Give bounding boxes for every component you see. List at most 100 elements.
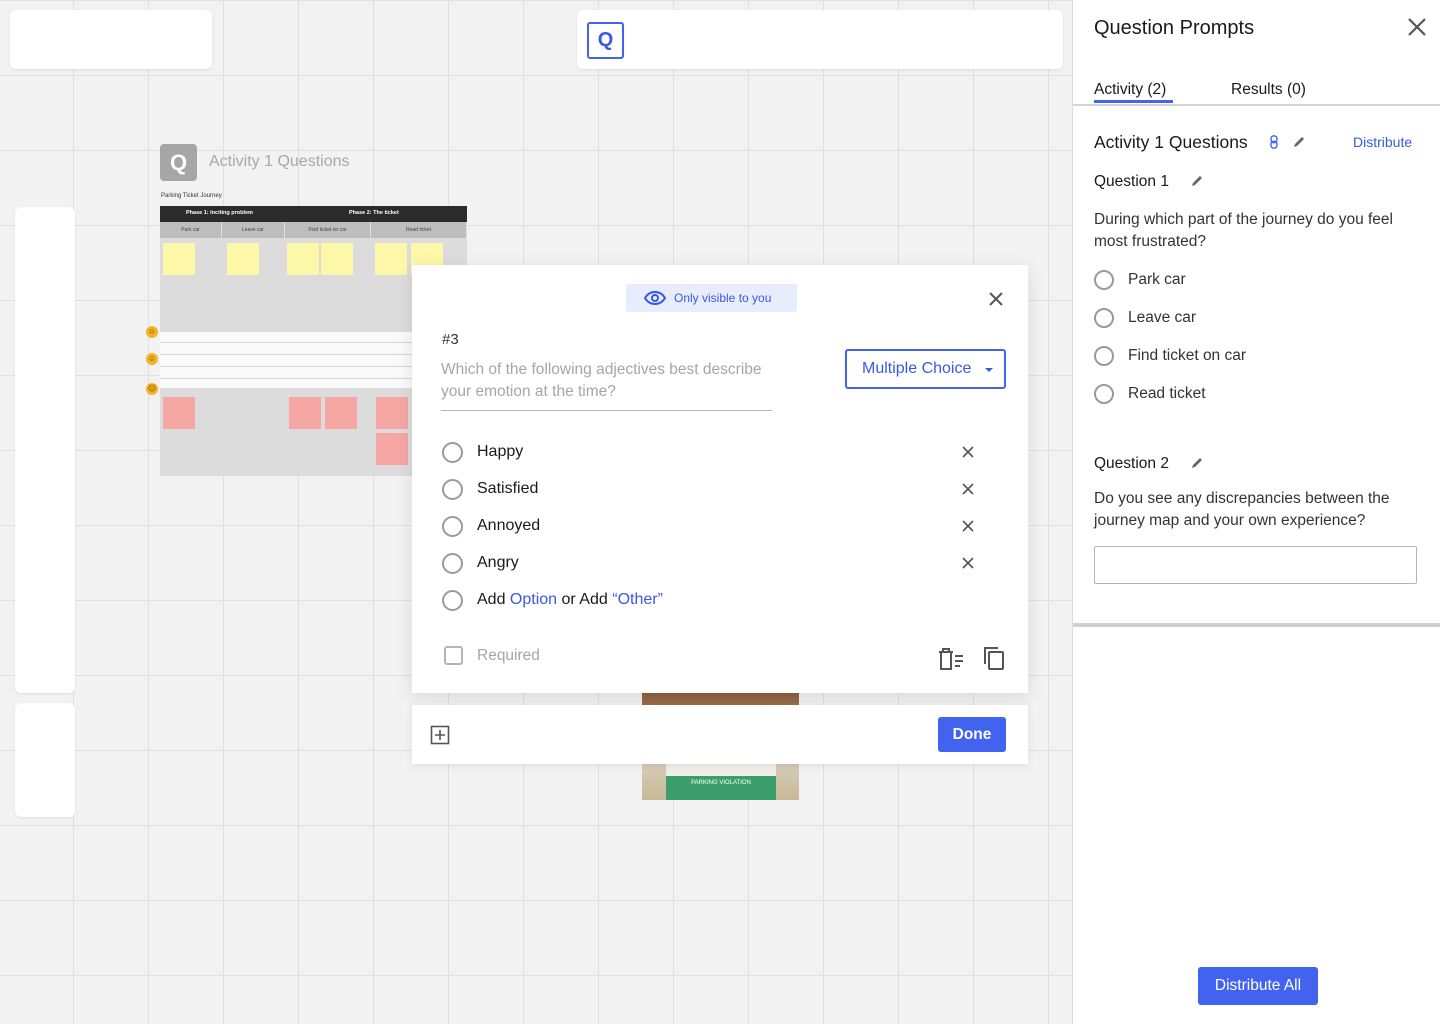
map-phase-label: Phase 2: The ticket (349, 210, 399, 216)
canvas-top-toolbar: Q (577, 10, 1063, 69)
visibility-label: Only visible to you (674, 291, 772, 305)
neutral-emoji-icon: ☺ (146, 353, 158, 365)
add-option-middle: or Add (561, 591, 608, 608)
required-label: Required (477, 646, 540, 664)
question-prompts-panel: Question Prompts Activity (2) Results (0… (1072, 0, 1440, 1024)
sticky-note[interactable] (375, 243, 407, 275)
radio-button[interactable] (442, 515, 463, 537)
question-text: Do you see any discrepancies between the… (1094, 490, 1390, 529)
remove-option-icon[interactable] (960, 518, 976, 534)
question-block-icon[interactable]: Q (160, 144, 197, 181)
add-option-link[interactable]: Option (510, 591, 557, 609)
tabs-divider (1073, 104, 1440, 106)
answer-option[interactable]: Leave car (1094, 308, 1196, 328)
question-tool-icon[interactable]: Q (587, 22, 624, 59)
copy-icon[interactable] (981, 645, 1009, 673)
map-phase-label: Phase 1: Inciting problem (186, 210, 253, 216)
question-type-label: Multiple Choice (862, 360, 972, 377)
map-step-label: Find ticket on car (285, 222, 371, 238)
pencil-icon[interactable] (1292, 135, 1306, 149)
chevron-down-icon (985, 368, 993, 372)
radio-button[interactable] (442, 441, 463, 463)
answer-text-field[interactable] (1094, 546, 1417, 584)
add-box-icon[interactable] (430, 725, 450, 745)
happy-emoji-icon: ☺ (146, 326, 158, 338)
tab-activity[interactable]: Activity (2) (1094, 81, 1166, 99)
add-option-prefix: Add (477, 591, 506, 608)
option-label[interactable]: Satisfied (477, 480, 538, 498)
left-toolbar-lower (15, 703, 75, 817)
answer-option[interactable]: Read ticket (1094, 384, 1206, 404)
active-tab-indicator (1094, 100, 1173, 103)
delete-options-icon[interactable] (936, 645, 964, 673)
photo-label: PARKING VIOLATION (666, 776, 776, 800)
question-type-select[interactable]: Multiple Choice (845, 349, 1006, 389)
map-question-title: Activity 1 Questions (209, 153, 350, 170)
sticky-note[interactable] (376, 397, 408, 429)
map-step-label: Read ticket (371, 222, 467, 238)
distribute-link[interactable]: Distribute (1353, 134, 1412, 150)
close-icon[interactable] (986, 289, 1006, 309)
done-button[interactable]: Done (938, 717, 1006, 752)
question-text-input[interactable]: Which of the following adjectives best d… (441, 359, 772, 411)
link-icon[interactable] (1267, 135, 1281, 149)
option-label[interactable]: Happy (477, 443, 523, 461)
question-text: During which part of the journey do you … (1094, 211, 1393, 250)
radio-button[interactable] (1094, 346, 1114, 366)
add-option-row: Add Option or Add “Other” (442, 588, 1012, 612)
required-checkbox[interactable] (444, 646, 463, 665)
editor-footer: Done (412, 705, 1028, 764)
visibility-badge: Only visible to you (626, 284, 797, 312)
sticky-note[interactable] (376, 433, 408, 465)
radio-button[interactable] (442, 552, 463, 574)
map-step-label: Park car (160, 222, 222, 238)
answer-option[interactable]: Park car (1094, 270, 1186, 290)
activity-title: Activity 1 Questions (1094, 132, 1248, 152)
left-toolbar (15, 207, 75, 693)
answer-option-label: Find ticket on car (1128, 347, 1247, 364)
eye-icon (644, 291, 666, 305)
answer-option-label: Leave car (1128, 309, 1197, 326)
remove-option-icon[interactable] (960, 444, 976, 460)
sticky-note[interactable] (287, 243, 319, 275)
option-row[interactable]: Annoyed (442, 514, 1012, 538)
sticky-note[interactable] (289, 397, 321, 429)
question-label: Question 1 (1094, 173, 1169, 190)
distribute-all-button[interactable]: Distribute All (1198, 967, 1318, 1005)
radio-button[interactable] (1094, 270, 1114, 290)
close-icon[interactable] (1406, 16, 1428, 38)
map-phase-row: Phase 1: Inciting problem Phase 2: The t… (160, 206, 467, 222)
question-number: #3 (442, 331, 459, 348)
option-row[interactable]: Satisfied (442, 477, 1012, 501)
radio-button[interactable] (1094, 308, 1114, 328)
sad-emoji-icon: ☹ (146, 383, 158, 395)
panel-title: Question Prompts (1094, 17, 1255, 39)
sticky-note[interactable] (325, 397, 357, 429)
option-label[interactable]: Angry (477, 554, 519, 572)
pencil-icon[interactable] (1190, 174, 1204, 188)
sticky-note[interactable] (227, 243, 259, 275)
map-step-label: Leave car (222, 222, 285, 238)
pencil-icon[interactable] (1190, 456, 1204, 470)
map-step-row: Park car Leave car Find ticket on car Re… (160, 222, 467, 238)
option-row[interactable]: Angry (442, 551, 1012, 575)
radio-button[interactable] (1094, 384, 1114, 404)
required-toggle[interactable]: Required (444, 646, 540, 665)
option-label[interactable]: Annoyed (477, 517, 540, 535)
answer-option-label: Read ticket (1128, 385, 1206, 402)
question-editor-modal: Only visible to you #3 Which of the foll… (412, 265, 1028, 693)
add-other-link[interactable]: “Other” (612, 591, 663, 609)
sticky-note[interactable] (163, 243, 195, 275)
answer-option-label: Park car (1128, 271, 1186, 288)
tab-results[interactable]: Results (0) (1231, 81, 1306, 99)
canvas-topleft-toolbar (10, 10, 212, 69)
answer-option[interactable]: Find ticket on car (1094, 346, 1246, 366)
option-row[interactable]: Happy (442, 440, 1012, 464)
map-subtitle: Parking Ticket Journey (161, 193, 222, 199)
question-label: Question 2 (1094, 455, 1169, 472)
radio-button[interactable] (442, 478, 463, 500)
sticky-note[interactable] (321, 243, 353, 275)
remove-option-icon[interactable] (960, 555, 976, 571)
sticky-note[interactable] (163, 397, 195, 429)
remove-option-icon[interactable] (960, 481, 976, 497)
